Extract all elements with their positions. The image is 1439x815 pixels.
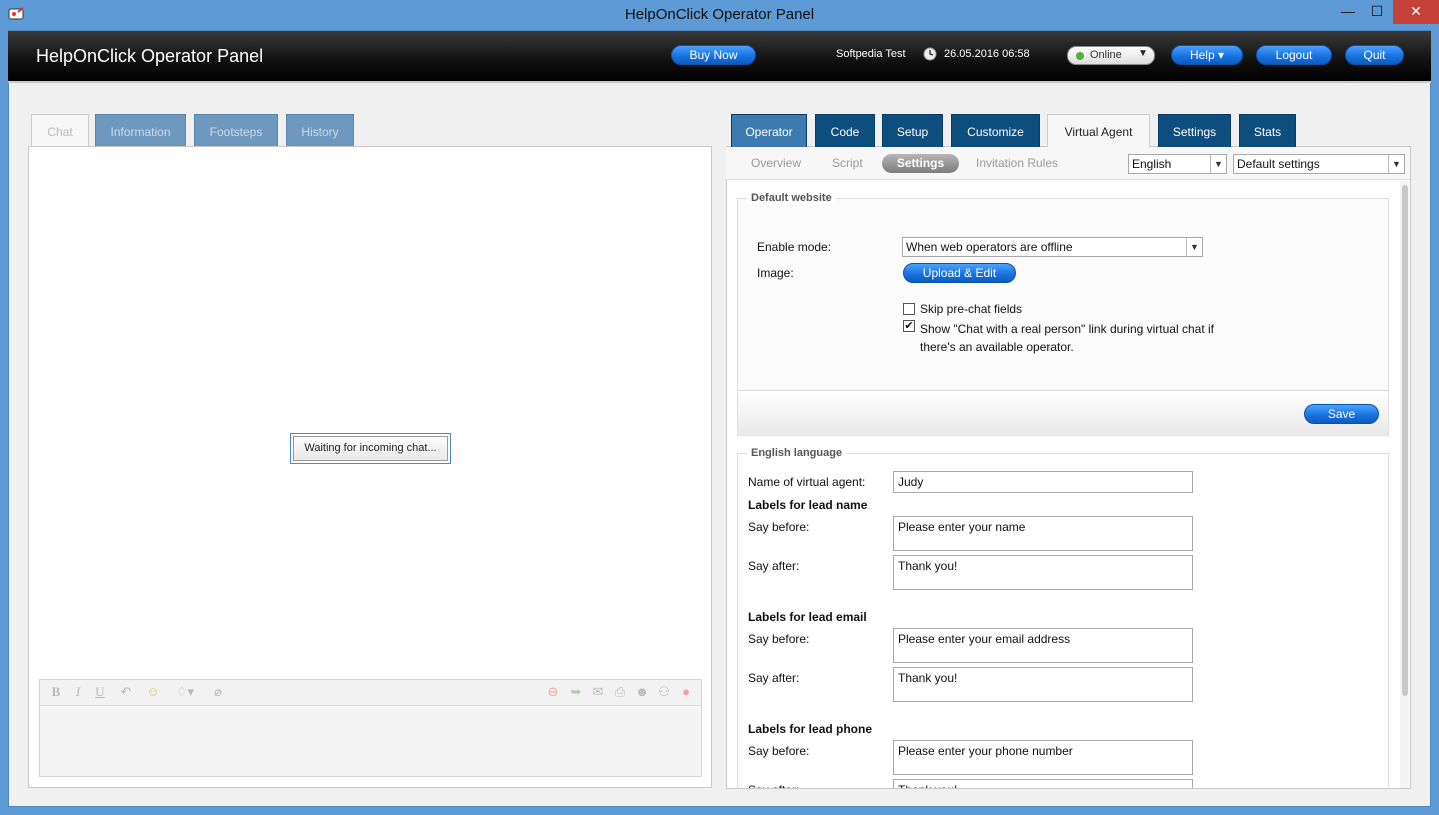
waiting-indicator: Waiting for incoming chat... xyxy=(290,433,451,464)
subtab-invitation-rules[interactable]: Invitation Rules xyxy=(976,156,1058,170)
message-input[interactable] xyxy=(40,707,701,776)
chevron-down-icon: ▼ xyxy=(1138,48,1148,59)
subtab-overview[interactable]: Overview xyxy=(751,156,801,170)
image-label: Image: xyxy=(757,266,794,280)
buy-now-button[interactable]: Buy Now xyxy=(671,45,756,65)
lead-name-heading: Labels for lead name xyxy=(748,498,868,512)
settings-preset-select[interactable]: Default settings ▼ xyxy=(1233,154,1405,174)
quit-button[interactable]: Quit xyxy=(1345,45,1404,65)
chevron-down-icon: ▼ xyxy=(1186,238,1202,256)
say-after-label: Say after: xyxy=(748,671,800,685)
agent-name-label: Name of virtual agent: xyxy=(748,475,866,489)
save-button[interactable]: Save xyxy=(1304,404,1379,424)
language-value: English xyxy=(1132,157,1172,171)
clipped-row: Say after: Thank you! xyxy=(727,779,1399,788)
email-icon[interactable]: ✉ xyxy=(590,684,606,700)
english-language-legend: English language xyxy=(747,447,847,459)
maximize-button[interactable]: ☐ xyxy=(1362,0,1392,24)
enable-mode-label: Enable mode: xyxy=(757,240,832,254)
agent-name-input[interactable]: Judy xyxy=(893,471,1193,493)
default-website-body xyxy=(738,199,1388,389)
show-real-person-checkbox[interactable]: ✔ xyxy=(903,320,915,332)
operators-icon[interactable]: ⚇ xyxy=(656,684,672,700)
italic-button[interactable]: I xyxy=(70,684,86,700)
help-button[interactable]: Help ▾ xyxy=(1171,45,1243,65)
tab-history[interactable]: History xyxy=(286,114,354,146)
header-title: HelpOnClick Operator Panel xyxy=(36,46,264,66)
chat-editor: B I U ↶ ☺ ♢▾ ⌀ ⊖ ➥ ✉ ⎙ ☻ ⚇ ● xyxy=(39,679,702,777)
close-window-button[interactable]: ✕ xyxy=(1393,0,1439,24)
editor-toolbar: B I U ↶ ☺ ♢▾ ⌀ ⊖ ➥ ✉ ⎙ ☻ ⚇ ● xyxy=(40,680,701,706)
show-real-person-label: Show "Chat with a real person" link duri… xyxy=(920,322,1214,354)
operator-name: Softpedia Test xyxy=(836,48,906,60)
lead-phone-before-input[interactable]: Please enter your phone number xyxy=(893,740,1193,775)
default-website-footer xyxy=(738,390,1388,436)
skip-prechat-label: Skip pre-chat fields xyxy=(920,302,1023,316)
language-select[interactable]: English ▼ xyxy=(1128,154,1227,174)
tab-customize[interactable]: Customize xyxy=(951,114,1040,147)
default-website-legend: Default website xyxy=(747,192,836,204)
clock-icon xyxy=(923,47,937,61)
datetime: 26.05.2016 06:58 xyxy=(944,48,1030,60)
enable-mode-select[interactable]: When web operators are offline ▼ xyxy=(902,237,1203,257)
say-before-label: Say before: xyxy=(748,520,810,534)
tab-footsteps[interactable]: Footsteps xyxy=(194,114,278,146)
skip-prechat-checkbox[interactable] xyxy=(903,303,915,315)
online-status-icon xyxy=(1076,52,1084,60)
upload-edit-button[interactable]: Upload & Edit xyxy=(903,263,1016,283)
lead-email-before-input[interactable]: Please enter your email address xyxy=(893,628,1193,663)
window-title: HelpOnClick Operator Panel xyxy=(624,6,815,23)
end-chat-icon[interactable]: ● xyxy=(678,684,694,700)
tab-settings[interactable]: Settings xyxy=(1158,114,1231,147)
status-label: Online xyxy=(1090,49,1122,61)
app-header: HelpOnClick Operator Panel Buy Now Softp… xyxy=(8,31,1431,83)
tab-information[interactable]: Information xyxy=(95,114,186,146)
lead-name-after-input[interactable]: Thank you! xyxy=(893,555,1193,590)
say-after-label: Say after: xyxy=(748,559,800,573)
attachment-icon[interactable]: ⌀ xyxy=(210,684,226,700)
tab-stats[interactable]: Stats xyxy=(1239,114,1296,147)
enable-mode-value: When web operators are offline xyxy=(906,240,1073,254)
chevron-down-icon: ▼ xyxy=(1388,155,1404,173)
smiley-icon[interactable]: ☺ xyxy=(145,684,161,700)
lead-email-heading: Labels for lead email xyxy=(748,610,867,624)
print-icon[interactable]: ⎙ xyxy=(612,684,628,700)
tab-code[interactable]: Code xyxy=(815,114,875,147)
block-icon[interactable]: ⊖ xyxy=(545,684,561,700)
canned-messages-icon[interactable]: ♢▾ xyxy=(172,684,198,700)
transfer-icon[interactable]: ➥ xyxy=(568,684,584,700)
preset-value: Default settings xyxy=(1237,157,1320,171)
say-before-label: Say before: xyxy=(748,632,810,646)
bold-button[interactable]: B xyxy=(48,684,64,700)
invite-operator-icon[interactable]: ☻ xyxy=(634,684,650,700)
underline-button[interactable]: U xyxy=(92,684,108,700)
minimize-button[interactable]: — xyxy=(1333,0,1363,24)
lead-phone-after-input[interactable]: Thank you! xyxy=(893,779,1193,788)
chevron-down-icon: ▼ xyxy=(1210,155,1226,173)
say-before-label: Say before: xyxy=(748,744,810,758)
tab-setup[interactable]: Setup xyxy=(882,114,943,147)
waiting-text: Waiting for incoming chat... xyxy=(293,436,448,461)
scrollbar-thumb[interactable] xyxy=(1402,185,1408,696)
status-dropdown[interactable]: Online ▼ xyxy=(1067,46,1155,65)
tab-operator[interactable]: Operator xyxy=(731,114,807,147)
tab-chat[interactable]: Chat xyxy=(31,114,89,146)
link-icon[interactable]: ↶ xyxy=(118,684,134,700)
lead-name-before-input[interactable]: Please enter your name xyxy=(893,516,1193,551)
say-after-label: Say after: xyxy=(748,783,799,788)
lead-email-after-input[interactable]: Thank you! xyxy=(893,667,1193,702)
logout-button[interactable]: Logout xyxy=(1256,45,1332,65)
subtab-settings[interactable]: Settings xyxy=(882,154,959,173)
lead-phone-heading: Labels for lead phone xyxy=(748,722,873,736)
subtab-script[interactable]: Script xyxy=(832,156,863,170)
tab-virtual-agent[interactable]: Virtual Agent xyxy=(1047,114,1150,147)
